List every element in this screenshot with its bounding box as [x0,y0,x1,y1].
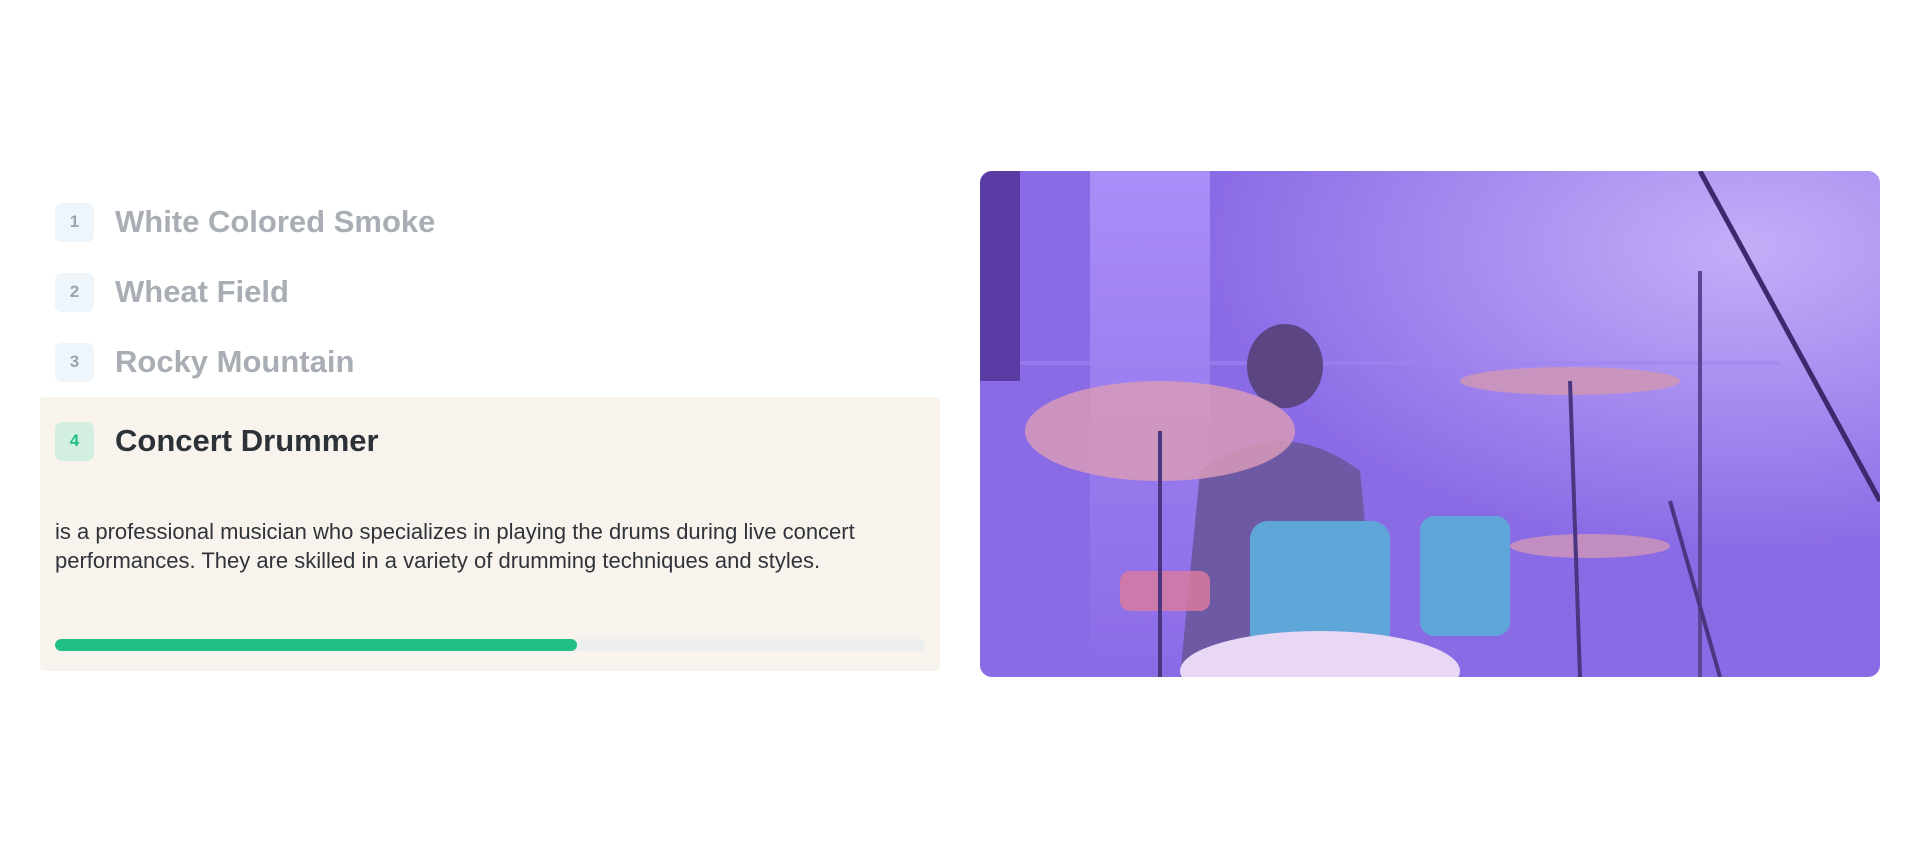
list-item-wheat-field[interactable]: 2 Wheat Field [40,257,940,327]
item-description: is a professional musician who specializ… [55,519,855,573]
item-title: Wheat Field [115,274,289,309]
list-item-rocky-mountain[interactable]: 3 Rocky Mountain [40,327,940,397]
item-title: Concert Drummer [115,423,379,458]
list-item-white-colored-smoke[interactable]: 1 White Colored Smoke [40,187,940,257]
item-number-badge: 2 [55,272,94,312]
list-item-concert-drummer[interactable]: 4 Concert Drummer [40,397,940,485]
feature-list: 1 White Colored Smoke 2 Wheat Field 3 Ro… [40,187,940,671]
item-number-badge: 1 [55,202,94,242]
active-item-card: 4 Concert Drummer is a professional musi… [40,397,940,671]
photo-illustration [980,171,1880,677]
progress-bar [55,639,925,651]
item-title: Rocky Mountain [115,344,355,379]
item-title: White Colored Smoke [115,204,436,239]
item-number-badge: 3 [55,342,94,382]
concert-drummer-photo [980,171,1880,677]
progress-fill [55,639,577,651]
item-number-badge: 4 [55,421,94,461]
